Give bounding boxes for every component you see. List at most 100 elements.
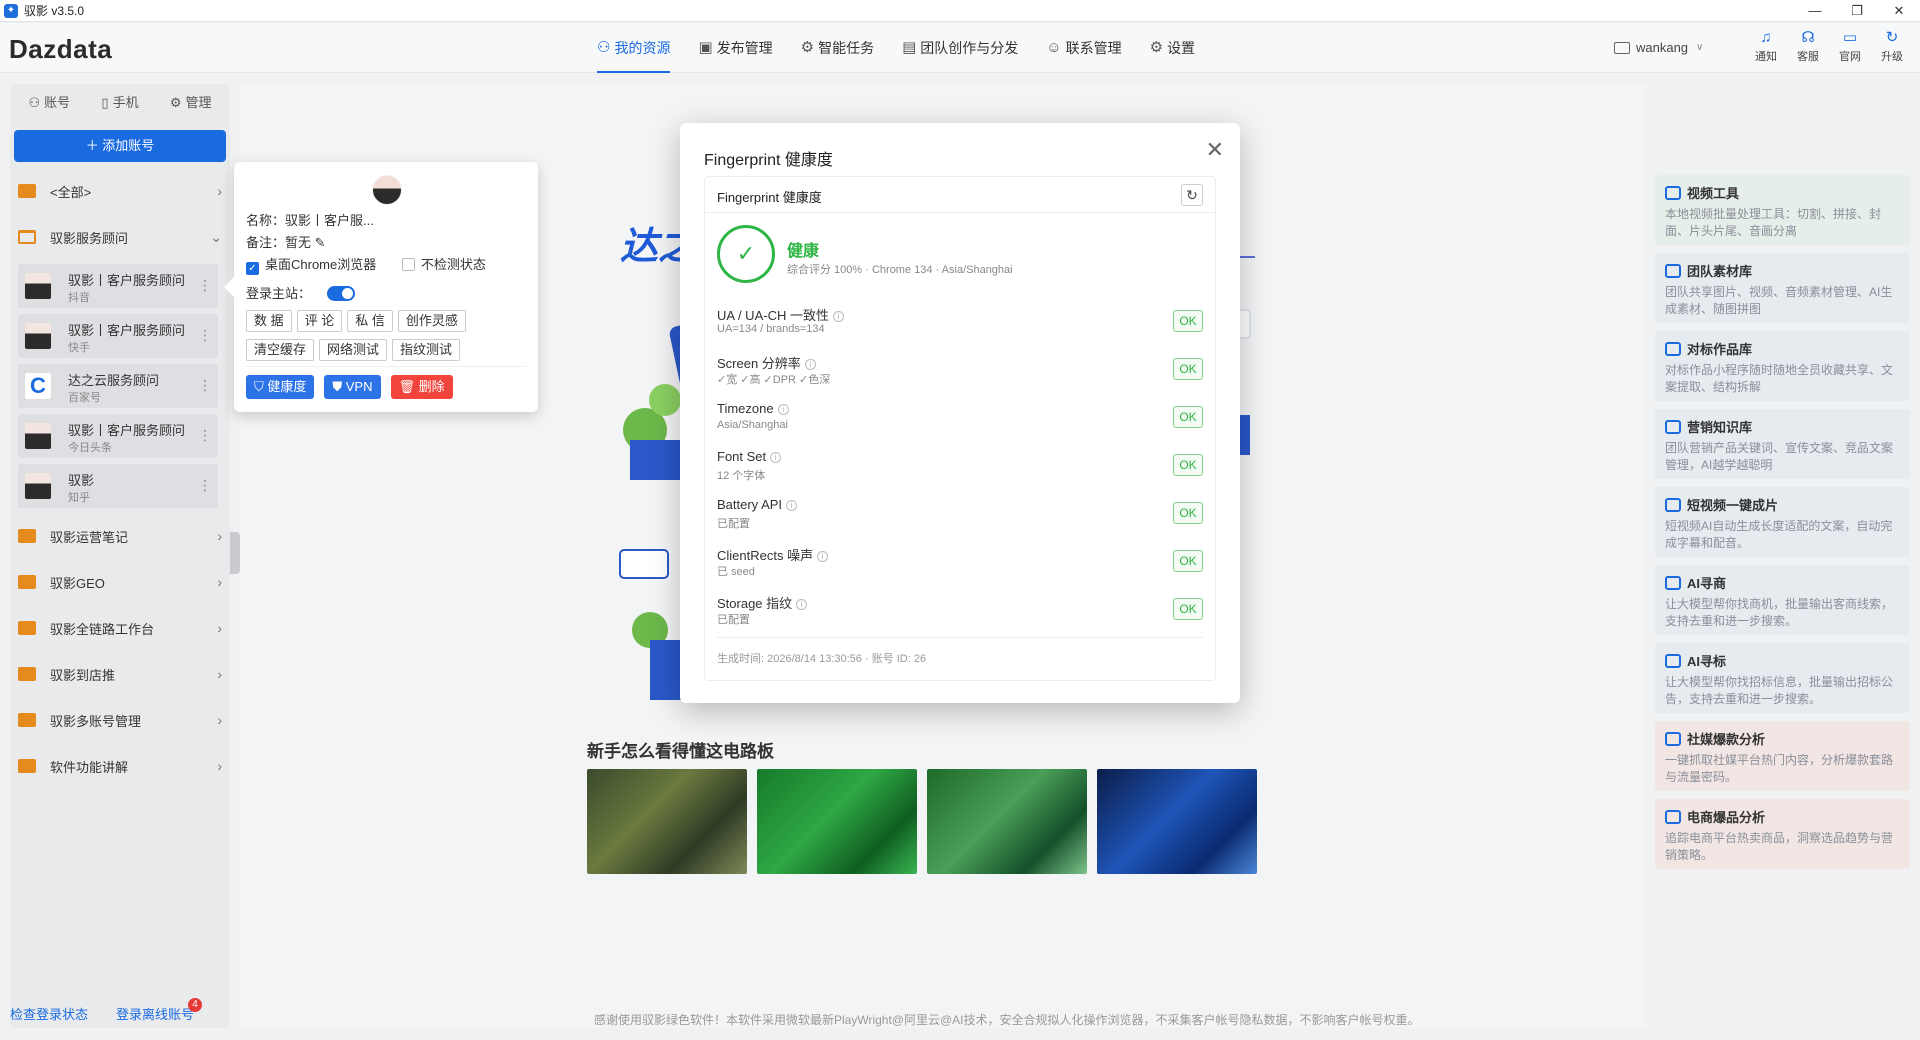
account-item[interactable]: 驭影丨客户服务顾问 快手 ⋮ [18,314,218,358]
more-icon[interactable]: ⋮ [198,477,212,494]
delete-button[interactable]: 🗑 删除 [390,375,453,399]
tool-card-video[interactable]: 视频工具 本地视频批量处理工具：切割、拼接、封面、片头片尾、音画分离 [1655,175,1910,245]
popover-note-row: 备注：暂无 ✎ [246,232,326,251]
support-button[interactable]: ☊ 客服 [1787,28,1829,64]
folder-open-icon [18,230,36,244]
refresh-icon[interactable]: ↻ [1181,184,1203,206]
check-name: Font Set [717,449,767,464]
no-check-checkbox[interactable]: 不检测状态 [401,257,486,272]
folder-label: 驭影到店推 [50,667,116,683]
nav-label: 团队创作与分发 [920,40,1019,56]
left-sidebar: ⚇ 账号 ▯ 手机 ⚙ 管理 ＋ 添加账号 <全部> › 驭影服务顾问 ⌄ 驭影丨客户… [10,84,230,1028]
tool-card-knowledge[interactable]: 营销知识库 团队营销产品关键词、宣传文案、竞品文案管理，AI越学越聪明 [1655,409,1910,479]
tool-card-shortvideo[interactable]: 短视频一键成片短视频AI自动生成长度适配的文案，自动完成字幕和配音。 [1655,487,1910,557]
folder-item[interactable]: 驭影到店推 › [18,659,222,689]
tool-card-ai-bid[interactable]: AI寻标 让大模型帮你找招标信息，批量输出招标公告，支持去重和进一步搜索。 [1655,643,1910,713]
close-button[interactable]: ✕ [1878,0,1920,22]
login-site-toggle[interactable] [327,286,356,301]
tool-card-ai-business[interactable]: AI寻商 让大模型帮你找商机，批量输出客商线索，支持去重和进一步搜索。 [1655,565,1910,635]
tab-accounts[interactable]: ⚇ 账号 [14,86,85,120]
upgrade-button[interactable]: ↻ 升级 [1871,28,1913,64]
circuit-title: 新手怎么看得懂这电路板 [587,742,774,761]
circuit-thumbnail[interactable] [1097,769,1257,874]
edit-icon[interactable]: ✎ [315,235,326,250]
nav-settings[interactable]: ⚙ 设置 [1150,23,1195,73]
offline-login-link[interactable]: 登录离线账号 4 [116,998,203,1023]
circuit-thumbnail[interactable] [927,769,1087,874]
notify-button[interactable]: ♫ 通知 [1745,28,1787,64]
data-button[interactable]: 数 据 [246,310,292,332]
comment-button[interactable]: 评 论 [296,310,343,332]
check-login-link[interactable]: 检查登录状态 [10,1004,88,1023]
tool-title: 短视频一键成片 [1687,498,1779,513]
account-item[interactable]: 驭影 知乎 ⋮ [18,464,218,508]
folder-item[interactable]: 驭影GEO › [18,567,222,597]
nav-publish[interactable]: ▣ 发布管理 [698,23,772,73]
info-icon[interactable]: i [817,551,829,562]
folder-open[interactable]: 驭影服务顾问 ⌄ [18,222,222,252]
clear-cache-button[interactable]: 清空缓存 [246,339,315,361]
circuit-thumbnail[interactable] [757,769,917,874]
website-button[interactable]: ▭ 官网 [1829,28,1871,64]
folder-item[interactable]: 软件功能讲解 › [18,751,222,781]
folder-item[interactable]: 驭影多账号管理 › [18,705,222,735]
folder-label: 驭影全链路工作台 [50,621,155,637]
folder-icon [18,529,36,543]
message-button[interactable]: 私 信 [347,310,393,332]
desktop-chrome-checkbox[interactable]: ✓ 桌面Chrome浏览器 [246,257,376,275]
minimize-button[interactable]: — [1794,0,1836,22]
user-menu[interactable]: wankang ∨ [1614,40,1703,55]
info-icon[interactable]: i [777,404,789,415]
tool-card-benchmark[interactable]: 对标作品库 对标作品小程序随时随地全员收藏共享、文案提取、结构拆解 [1655,331,1910,401]
publish-icon: ▣ [698,39,713,56]
tab-phone[interactable]: ▯ 手机 [85,86,156,120]
check-name-row: Battery API i [717,497,798,512]
info-icon[interactable]: i [796,599,808,610]
nav-my-resources[interactable]: ⚇ 我的资源 [597,23,671,73]
folder-item[interactable]: 驭影运营笔记 › [18,521,222,551]
folder-all[interactable]: <全部> › [18,176,222,206]
tab-manage[interactable]: ⚙ 管理 [155,86,226,120]
health-button[interactable]: ⛉ 健康度 [246,375,315,399]
more-icon[interactable]: ⋮ [198,427,212,444]
add-account-button[interactable]: ＋ 添加账号 [14,130,226,162]
close-icon[interactable]: ✕ [1206,139,1224,161]
circuit-thumbnail[interactable] [587,769,747,874]
sidebar-collapse-handle[interactable] [230,532,240,574]
tool-card-materials[interactable]: 团队素材库 团队共享图片、视频、音频素材管理、AI生成素材、随图拼图 [1655,253,1910,323]
folder-item[interactable]: 驭影全链路工作台 › [18,613,222,643]
check-name: Storage 指纹 [717,596,793,611]
account-item[interactable]: 驭影丨客户服务顾问 今日头条 ⋮ [18,414,218,458]
nav-smart-task[interactable]: ⚙ 智能任务 [801,23,874,73]
nav-label: 智能任务 [818,40,875,56]
check-icon: ✓ [246,262,259,275]
inspiration-button[interactable]: 创作灵感 [397,310,466,332]
vpn-button[interactable]: ⛊ VPN [324,375,381,399]
nav-team[interactable]: ▤ 团队创作与分发 [902,23,1018,73]
more-icon[interactable]: ⋮ [198,377,212,394]
info-icon[interactable]: i [770,452,782,463]
account-platform: 抖音 [68,292,90,304]
info-icon[interactable]: i [804,359,816,370]
info-icon[interactable]: i [786,500,798,511]
fingerprint-modal: Fingerprint 健康度 ✕ Fingerprint 健康度 ↻ ✓ 健康… [680,123,1240,703]
folder-icon [18,575,36,589]
tool-card-ecommerce[interactable]: 电商爆品分析 追踪电商平台热卖商品，洞察选品趋势与营销策略。 [1655,799,1910,869]
fingerprint-test-button[interactable]: 指纹测试 [392,339,461,361]
more-icon[interactable]: ⋮ [198,277,212,294]
more-icon[interactable]: ⋮ [198,327,212,344]
user-icon: ⚇ [28,95,41,110]
account-item[interactable]: C 达之云服务顾问 百家号 ⋮ [18,364,218,408]
tool-desc: 短视频AI自动生成长度适配的文案，自动完成字幕和配音。 [1665,519,1893,550]
nav-contact[interactable]: ☺ 联系管理 [1046,23,1121,73]
folder-icon [18,184,36,198]
tool-card-social[interactable]: 社媒爆款分析 一键抓取社媒平台热门内容，分析爆款套路与流量密码。 [1655,721,1910,791]
maximize-button[interactable]: ❐ [1836,0,1878,22]
check-name-row: ClientRects 噪声 i [717,545,829,564]
info-icon[interactable]: i [832,311,844,322]
network-test-button[interactable]: 网络测试 [319,339,388,361]
account-item[interactable]: 驭影丨客户服务顾问 抖音 ⋮ [18,264,218,308]
card-title: Fingerprint 健康度 [717,190,822,205]
check-row: UA / UA-CH 一致性 i UA=134 / brands=134 OK [717,305,1203,345]
tool-desc: 对标作品小程序随时随地全员收藏共享、文案提取、结构拆解 [1665,363,1894,394]
